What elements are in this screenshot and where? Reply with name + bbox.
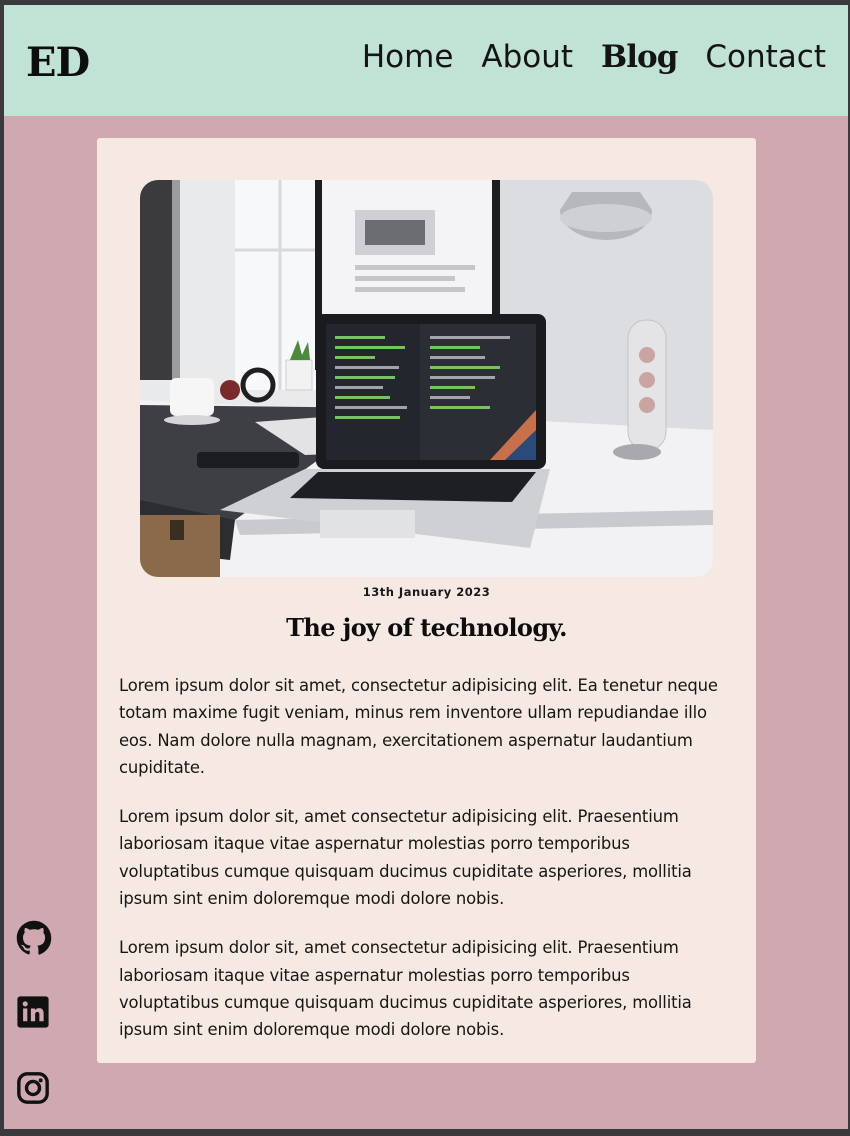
post-paragraph: Lorem ipsum dolor sit, amet consectetur … bbox=[119, 807, 692, 909]
nav-contact[interactable]: Contact bbox=[705, 39, 826, 75]
post-paragraph: Lorem ipsum dolor sit, amet consectetur … bbox=[119, 938, 692, 1040]
site-header: ED Home About Blog Contact bbox=[4, 5, 848, 116]
post-date: 13th January 2023 bbox=[362, 585, 491, 599]
linkedin-icon[interactable] bbox=[16, 995, 50, 1029]
blog-post-card: 13th January 2023 The joy of technology.… bbox=[97, 138, 756, 1063]
nav-home[interactable]: Home bbox=[362, 39, 454, 75]
post-body: Lorem ipsum dolor sit amet, consectetur … bbox=[119, 672, 734, 1066]
post-hero-image bbox=[140, 180, 713, 577]
nav-about[interactable]: About bbox=[481, 39, 573, 75]
page: ED Home About Blog Contact 13th January … bbox=[4, 5, 848, 1129]
post-paragraph: Lorem ipsum dolor sit amet, consectetur … bbox=[119, 676, 718, 777]
nav-blog[interactable]: Blog bbox=[601, 39, 678, 75]
github-icon[interactable] bbox=[16, 920, 52, 956]
post-title: The joy of technology. bbox=[286, 613, 567, 642]
main-nav: Home About Blog Contact bbox=[362, 39, 826, 75]
instagram-icon[interactable] bbox=[16, 1071, 50, 1105]
site-logo[interactable]: ED bbox=[26, 39, 90, 86]
